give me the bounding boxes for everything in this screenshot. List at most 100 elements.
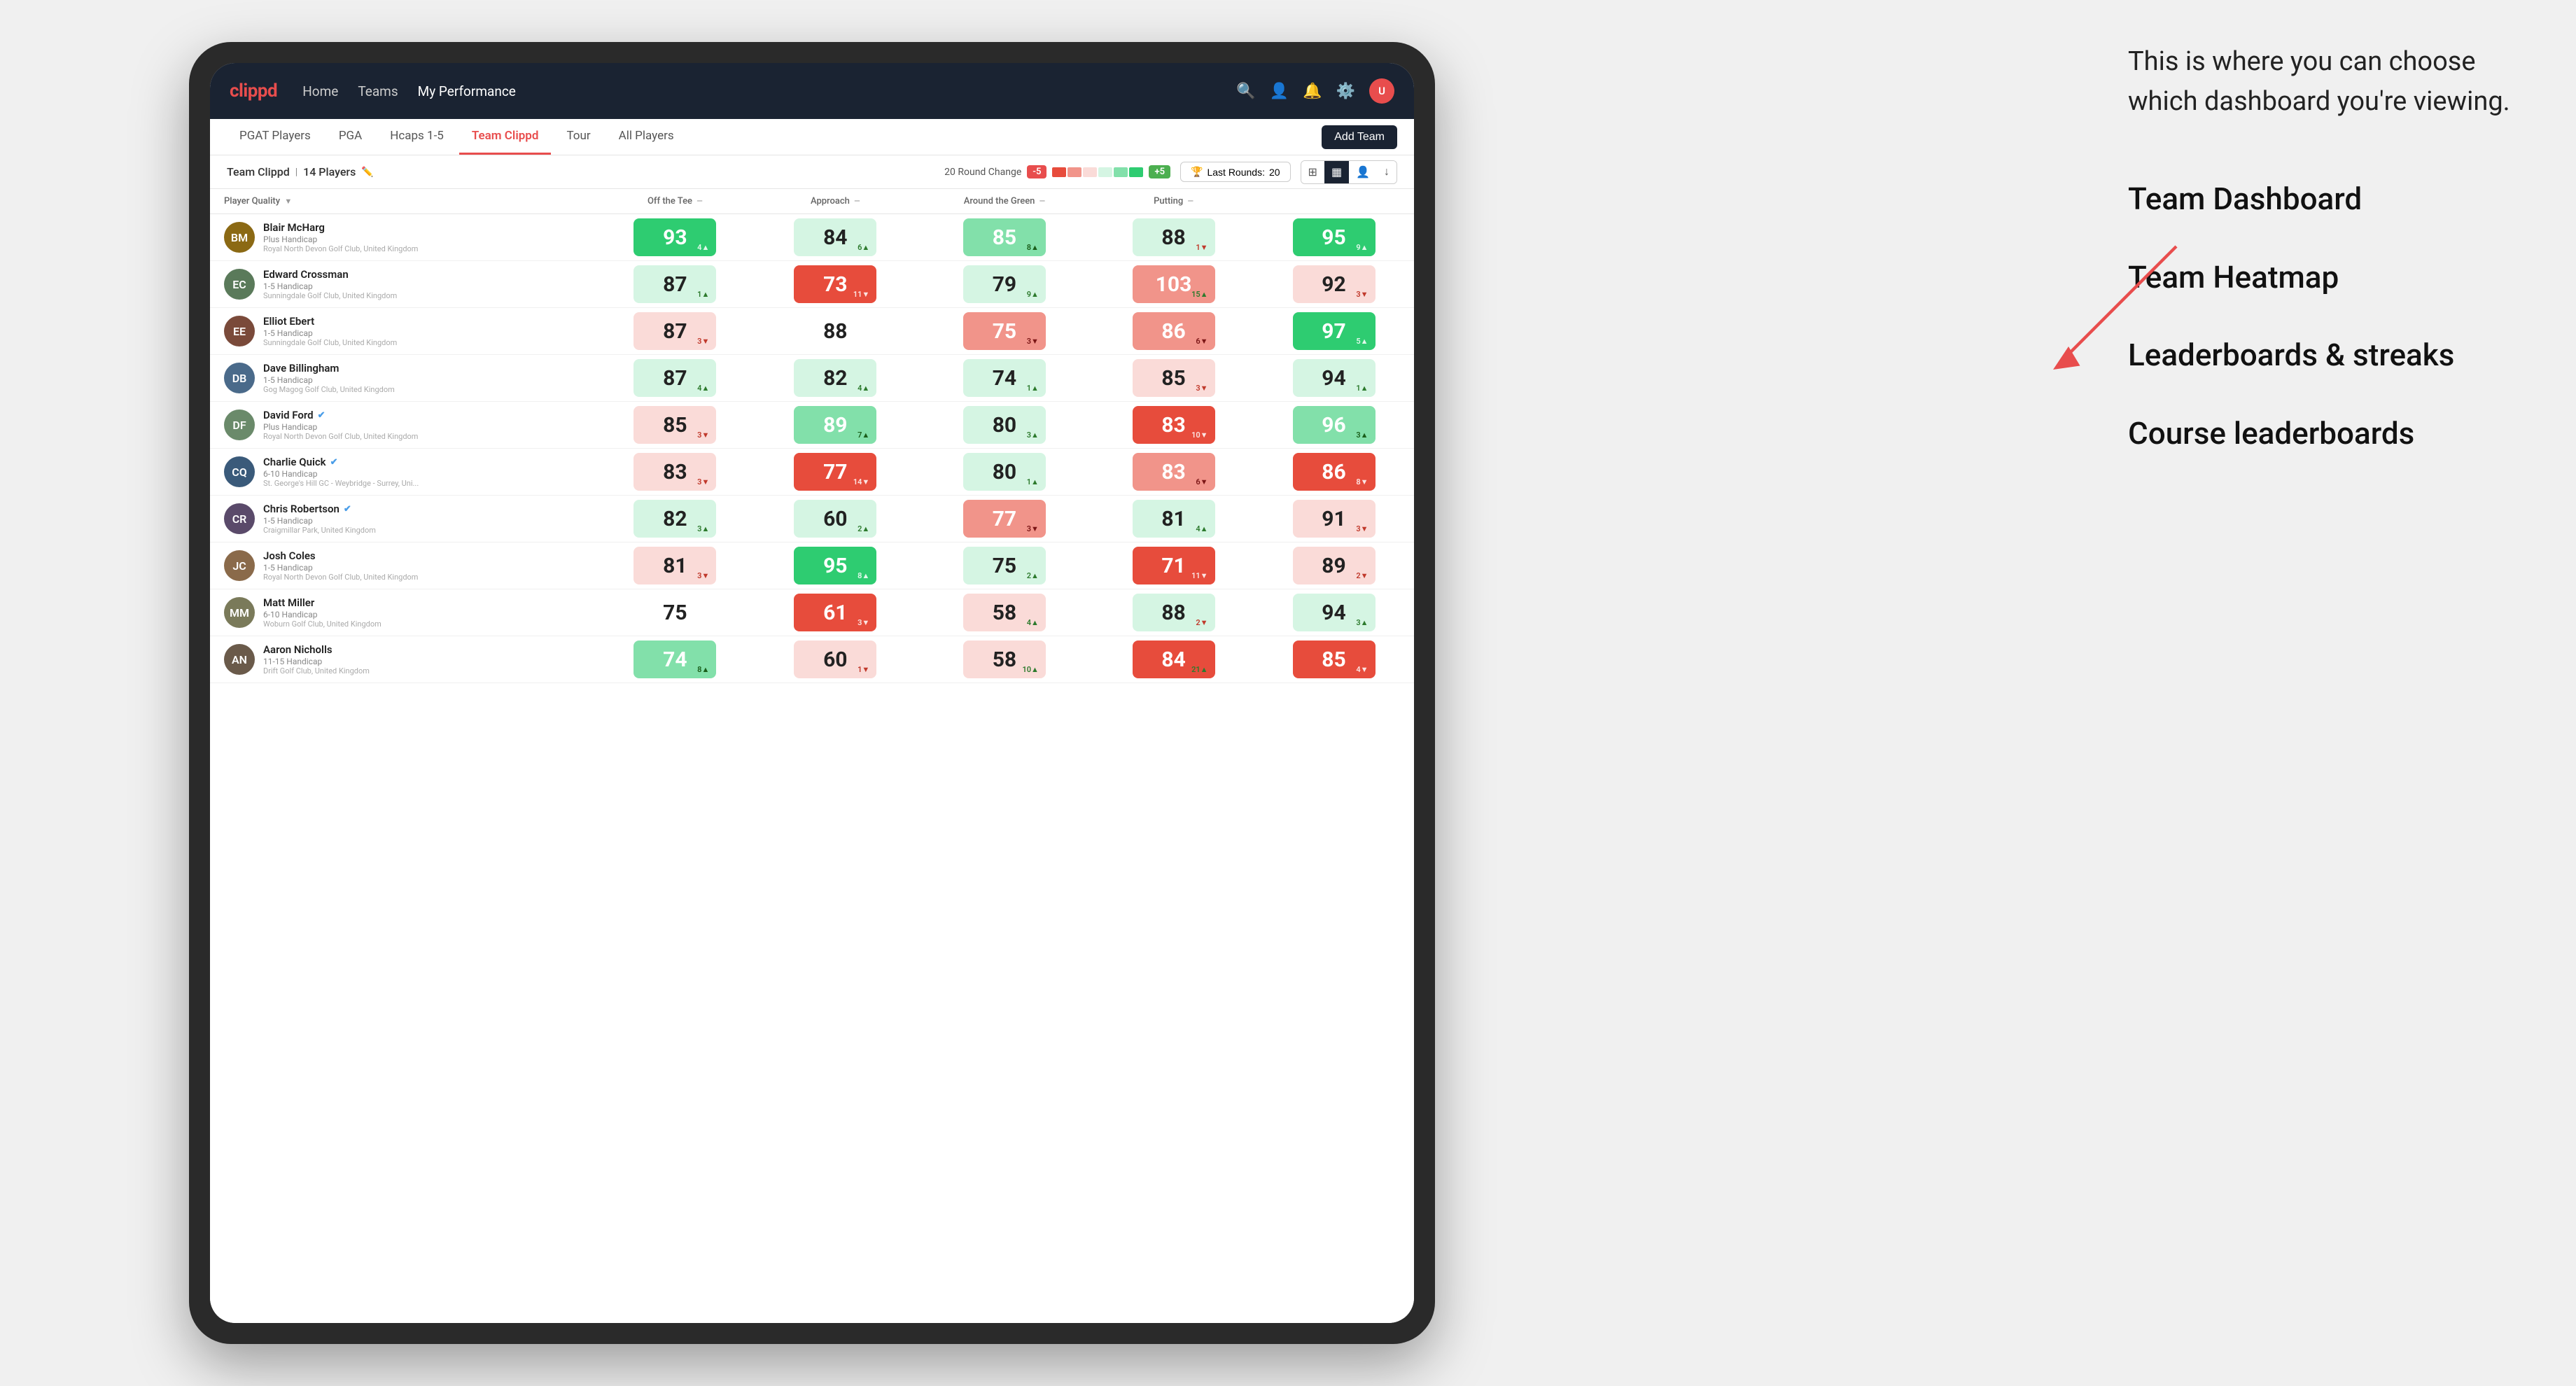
score-cell-3-4[interactable]: 94 1▲ bbox=[1254, 355, 1414, 402]
tab-pgat-players[interactable]: PGAT Players bbox=[227, 119, 323, 155]
sort-icon-2: — bbox=[854, 197, 860, 206]
score-cell-8-0[interactable]: 75 bbox=[595, 589, 755, 636]
settings-icon[interactable]: ⚙️ bbox=[1336, 82, 1355, 100]
col-around-green[interactable]: Around the Green — bbox=[916, 189, 1093, 214]
score-cell-9-2[interactable]: 58 10▲ bbox=[916, 636, 1093, 683]
player-cell-4[interactable]: DF David Ford ✔ Plus Handicap Royal Nort… bbox=[210, 402, 595, 449]
score-change: 3▼ bbox=[858, 618, 869, 627]
view-heatmap-btn[interactable]: ▦ bbox=[1324, 161, 1349, 183]
score-cell-7-2[interactable]: 75 2▲ bbox=[916, 542, 1093, 589]
score-cell-7-1[interactable]: 95 8▲ bbox=[755, 542, 916, 589]
view-grid-btn[interactable]: ⊞ bbox=[1301, 161, 1324, 183]
col-off-tee[interactable]: Off the Tee — bbox=[595, 189, 755, 214]
score-cell-5-0[interactable]: 83 3▼ bbox=[595, 449, 755, 496]
score-box-1-2: 79 9▲ bbox=[963, 265, 1046, 303]
score-cell-9-0[interactable]: 74 8▲ bbox=[595, 636, 755, 683]
score-cell-8-1[interactable]: 61 3▼ bbox=[755, 589, 916, 636]
last-rounds-button[interactable]: 🏆 Last Rounds: 20 bbox=[1180, 162, 1291, 182]
score-cell-0-3[interactable]: 88 1▼ bbox=[1093, 214, 1254, 261]
player-cell-9[interactable]: AN Aaron Nicholls 11-15 Handicap Drift G… bbox=[210, 636, 595, 683]
score-cell-6-3[interactable]: 81 4▲ bbox=[1093, 496, 1254, 542]
player-cell-0[interactable]: BM Blair McHarg Plus Handicap Royal Nort… bbox=[210, 214, 595, 261]
nav-home[interactable]: Home bbox=[302, 80, 338, 102]
score-cell-3-2[interactable]: 74 1▲ bbox=[916, 355, 1093, 402]
bell-icon[interactable]: 🔔 bbox=[1303, 82, 1322, 100]
score-cell-8-3[interactable]: 88 2▼ bbox=[1093, 589, 1254, 636]
player-cell-8[interactable]: MM Matt Miller 6-10 Handicap Woburn Golf… bbox=[210, 589, 595, 636]
score-cell-8-4[interactable]: 94 3▲ bbox=[1254, 589, 1414, 636]
score-cell-7-3[interactable]: 71 11▼ bbox=[1093, 542, 1254, 589]
score-cell-4-1[interactable]: 89 7▲ bbox=[755, 402, 916, 449]
score-cell-6-0[interactable]: 82 3▲ bbox=[595, 496, 755, 542]
score-box-7-2: 75 2▲ bbox=[963, 547, 1046, 584]
score-cell-9-4[interactable]: 85 4▼ bbox=[1254, 636, 1414, 683]
tab-tour[interactable]: Tour bbox=[554, 119, 603, 155]
player-cell-7[interactable]: JC Josh Coles 1-5 Handicap Royal North D… bbox=[210, 542, 595, 589]
score-value-3-4: 94 bbox=[1322, 366, 1345, 391]
player-cell-3[interactable]: DB Dave Billingham 1-5 Handicap Gog Mago… bbox=[210, 355, 595, 402]
player-club-9: Drift Golf Club, United Kingdom bbox=[263, 666, 370, 676]
score-cell-3-0[interactable]: 87 4▲ bbox=[595, 355, 755, 402]
score-cell-1-1[interactable]: 73 11▼ bbox=[755, 261, 916, 308]
score-cell-0-1[interactable]: 84 6▲ bbox=[755, 214, 916, 261]
score-cell-0-0[interactable]: 93 4▲ bbox=[595, 214, 755, 261]
score-cell-7-4[interactable]: 89 2▼ bbox=[1254, 542, 1414, 589]
score-cell-6-1[interactable]: 60 2▲ bbox=[755, 496, 916, 542]
score-cell-1-3[interactable]: 103 15▲ bbox=[1093, 261, 1254, 308]
tab-pga[interactable]: PGA bbox=[326, 119, 374, 155]
score-cell-2-1[interactable]: 88 bbox=[755, 308, 916, 355]
score-cell-5-2[interactable]: 80 1▲ bbox=[916, 449, 1093, 496]
tab-all-players[interactable]: All Players bbox=[606, 119, 687, 155]
score-cell-4-4[interactable]: 96 3▲ bbox=[1254, 402, 1414, 449]
score-cell-2-3[interactable]: 86 6▼ bbox=[1093, 308, 1254, 355]
add-team-button[interactable]: Add Team bbox=[1322, 125, 1397, 149]
score-cell-5-1[interactable]: 77 14▼ bbox=[755, 449, 916, 496]
nav-teams[interactable]: Teams bbox=[358, 80, 398, 102]
tablet-frame: clippd Home Teams My Performance 🔍 👤 🔔 ⚙… bbox=[189, 42, 1435, 1344]
nav-my-performance[interactable]: My Performance bbox=[418, 80, 516, 102]
score-cell-2-2[interactable]: 75 3▼ bbox=[916, 308, 1093, 355]
search-icon[interactable]: 🔍 bbox=[1236, 82, 1255, 100]
score-cell-6-4[interactable]: 91 3▼ bbox=[1254, 496, 1414, 542]
edit-icon[interactable]: ✏️ bbox=[361, 167, 373, 178]
score-cell-3-3[interactable]: 85 3▼ bbox=[1093, 355, 1254, 402]
player-name-0: Blair McHarg bbox=[263, 221, 418, 234]
score-box-6-0: 82 3▲ bbox=[634, 500, 716, 538]
score-cell-2-4[interactable]: 97 5▲ bbox=[1254, 308, 1414, 355]
player-cell-2[interactable]: EE Elliot Ebert 1-5 Handicap Sunningdale… bbox=[210, 308, 595, 355]
score-cell-5-4[interactable]: 86 8▼ bbox=[1254, 449, 1414, 496]
view-person-btn[interactable]: 👤 bbox=[1349, 161, 1377, 183]
score-cell-8-2[interactable]: 58 4▲ bbox=[916, 589, 1093, 636]
score-cell-9-3[interactable]: 84 21▲ bbox=[1093, 636, 1254, 683]
score-cell-7-0[interactable]: 81 3▼ bbox=[595, 542, 755, 589]
score-cell-4-0[interactable]: 85 3▼ bbox=[595, 402, 755, 449]
person-icon[interactable]: 👤 bbox=[1270, 82, 1289, 100]
col-approach[interactable]: Approach — bbox=[755, 189, 916, 214]
col-player-quality[interactable]: Player Quality ▼ bbox=[210, 189, 595, 214]
score-cell-5-3[interactable]: 83 6▼ bbox=[1093, 449, 1254, 496]
score-cell-3-1[interactable]: 82 4▲ bbox=[755, 355, 916, 402]
tab-team-clippd[interactable]: Team Clippd bbox=[459, 119, 552, 155]
col-putting[interactable]: Putting — bbox=[1093, 189, 1254, 214]
score-cell-4-2[interactable]: 80 3▲ bbox=[916, 402, 1093, 449]
score-cell-2-0[interactable]: 87 3▼ bbox=[595, 308, 755, 355]
player-cell-5[interactable]: CQ Charlie Quick ✔ 6-10 Handicap St. Geo… bbox=[210, 449, 595, 496]
score-cell-9-1[interactable]: 60 1▼ bbox=[755, 636, 916, 683]
score-box-3-1: 82 4▲ bbox=[794, 359, 876, 397]
view-download-btn[interactable]: ↓ bbox=[1377, 161, 1396, 183]
score-cell-1-4[interactable]: 92 3▼ bbox=[1254, 261, 1414, 308]
player-cell-1[interactable]: EC Edward Crossman 1-5 Handicap Sunningd… bbox=[210, 261, 595, 308]
score-cell-1-2[interactable]: 79 9▲ bbox=[916, 261, 1093, 308]
avatar[interactable]: U bbox=[1369, 78, 1394, 104]
score-cell-6-2[interactable]: 77 3▼ bbox=[916, 496, 1093, 542]
score-cell-0-4[interactable]: 95 9▲ bbox=[1254, 214, 1414, 261]
score-cell-0-2[interactable]: 85 8▲ bbox=[916, 214, 1093, 261]
tab-hcaps[interactable]: Hcaps 1-5 bbox=[377, 119, 456, 155]
score-value-1-4: 92 bbox=[1322, 272, 1345, 297]
score-box-4-3: 83 10▼ bbox=[1133, 406, 1215, 444]
score-cell-4-3[interactable]: 83 10▼ bbox=[1093, 402, 1254, 449]
player-cell-6[interactable]: CR Chris Robertson ✔ 1-5 Handicap Craigm… bbox=[210, 496, 595, 542]
score-box-8-0: 75 bbox=[634, 594, 716, 631]
score-cell-1-0[interactable]: 87 1▲ bbox=[595, 261, 755, 308]
score-box-7-4: 89 2▼ bbox=[1293, 547, 1376, 584]
